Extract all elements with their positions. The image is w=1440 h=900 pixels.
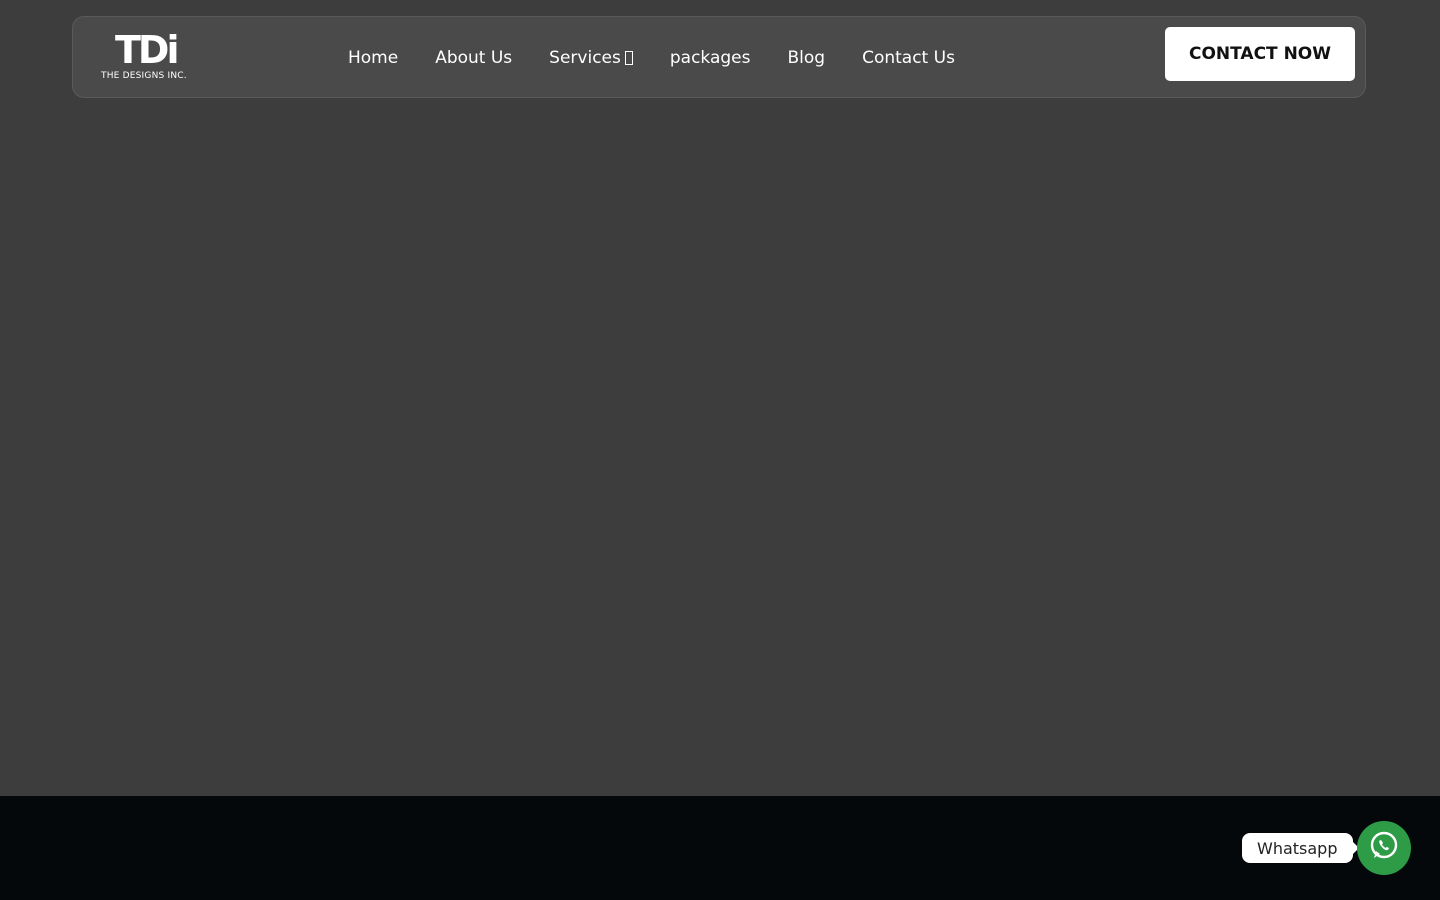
nav-item-label: Services [549,48,621,68]
whatsapp-icon [1367,829,1401,867]
hero-section [0,0,1440,796]
whatsapp-label[interactable]: Whatsapp [1242,833,1358,863]
nav-item-label: packages [669,48,751,68]
nav-item-label: Home [348,48,399,68]
contact-now-button[interactable]: CONTACT NOW [1165,27,1355,81]
footer-section [0,796,1440,900]
nav-item-services[interactable]: Services [549,48,633,68]
nav-item-contact-us[interactable]: Contact Us [862,48,955,68]
nav-item-home[interactable]: Home [348,48,398,68]
nav-item-about-us[interactable]: About Us [435,48,512,68]
nav-item-packages[interactable]: packages [670,48,751,68]
dropdown-glyph-icon [624,51,633,65]
logo-subtitle: THE DESIGNS INC. [101,71,187,81]
logo-mark: TDi [115,28,179,72]
brand-logo[interactable]: TDi THE DESIGNS INC. [101,31,197,85]
nav-item-label: Contact Us [862,48,955,68]
navbar: TDi THE DESIGNS INC. Home About Us Servi… [72,16,1366,98]
main-nav: Home About Us Services packages Blog Con… [348,17,992,99]
whatsapp-button[interactable] [1357,821,1411,875]
nav-item-blog[interactable]: Blog [788,48,826,68]
nav-item-label: Blog [787,48,826,68]
nav-item-label: About Us [435,48,513,68]
